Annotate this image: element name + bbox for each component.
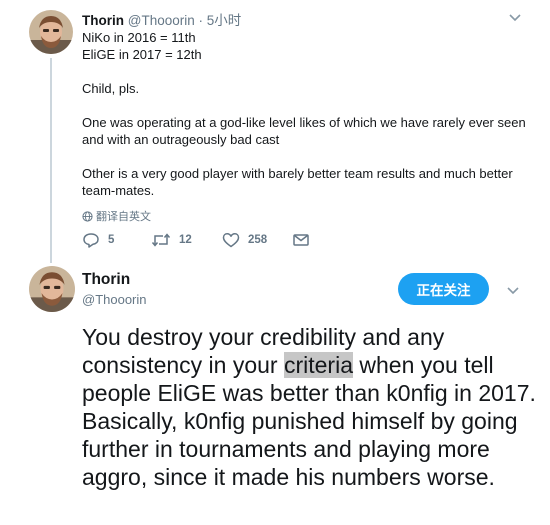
- avatar[interactable]: [29, 266, 75, 312]
- translate-label: 翻译自英文: [96, 211, 151, 223]
- separator-dot: ·: [198, 13, 204, 28]
- display-name[interactable]: Thorin: [82, 13, 124, 28]
- like-count: 258: [248, 234, 268, 246]
- like-icon: [222, 233, 240, 248]
- retweet-button[interactable]: 12: [151, 232, 192, 248]
- tweet-text: NiKo in 2016 = 11th EliGE in 2017 = 12th…: [82, 29, 532, 199]
- tweet-thread: Thorin @Thooorin · 5小时 NiKo in 2016 = 11…: [0, 0, 550, 525]
- thread-connector-line: [50, 58, 52, 263]
- tweet-header: Thorin @Thooorin · 5小时: [82, 9, 241, 29]
- timestamp[interactable]: 5小时: [207, 13, 242, 28]
- tweet-line: One was operating at a god-like level li…: [82, 115, 526, 147]
- tweet-line: Other is a very good player with barely …: [82, 166, 513, 198]
- retweet-count: 12: [179, 234, 192, 246]
- following-button[interactable]: 正在关注: [398, 273, 489, 305]
- highlighted-text: criteria: [283, 352, 353, 378]
- tweet-line: Child, pls.: [82, 81, 140, 96]
- reply-icon: [83, 233, 99, 248]
- tweet-line: NiKo in 2016 = 11th: [82, 30, 196, 45]
- translate-tweet-link[interactable]: 翻译自英文: [82, 208, 151, 224]
- display-name[interactable]: Thorin: [82, 271, 130, 289]
- message-icon: [293, 234, 309, 246]
- tweet-text: You destroy your credibility and any con…: [82, 323, 542, 491]
- retweet-icon: [151, 233, 171, 247]
- chevron-down-icon[interactable]: [508, 13, 522, 23]
- reply-button[interactable]: 5: [82, 232, 114, 248]
- avatar[interactable]: [29, 10, 73, 54]
- like-button[interactable]: 258: [222, 232, 267, 248]
- reply-count: 5: [108, 234, 115, 246]
- globe-icon: [82, 211, 93, 222]
- user-handle[interactable]: @Thooorin: [128, 13, 195, 28]
- following-button-label: 正在关注: [416, 283, 471, 298]
- direct-message-button[interactable]: [292, 232, 310, 248]
- user-handle[interactable]: @Thooorin: [82, 292, 147, 307]
- chevron-down-icon[interactable]: [506, 286, 520, 296]
- tweet-line: EliGE in 2017 = 12th: [82, 47, 202, 62]
